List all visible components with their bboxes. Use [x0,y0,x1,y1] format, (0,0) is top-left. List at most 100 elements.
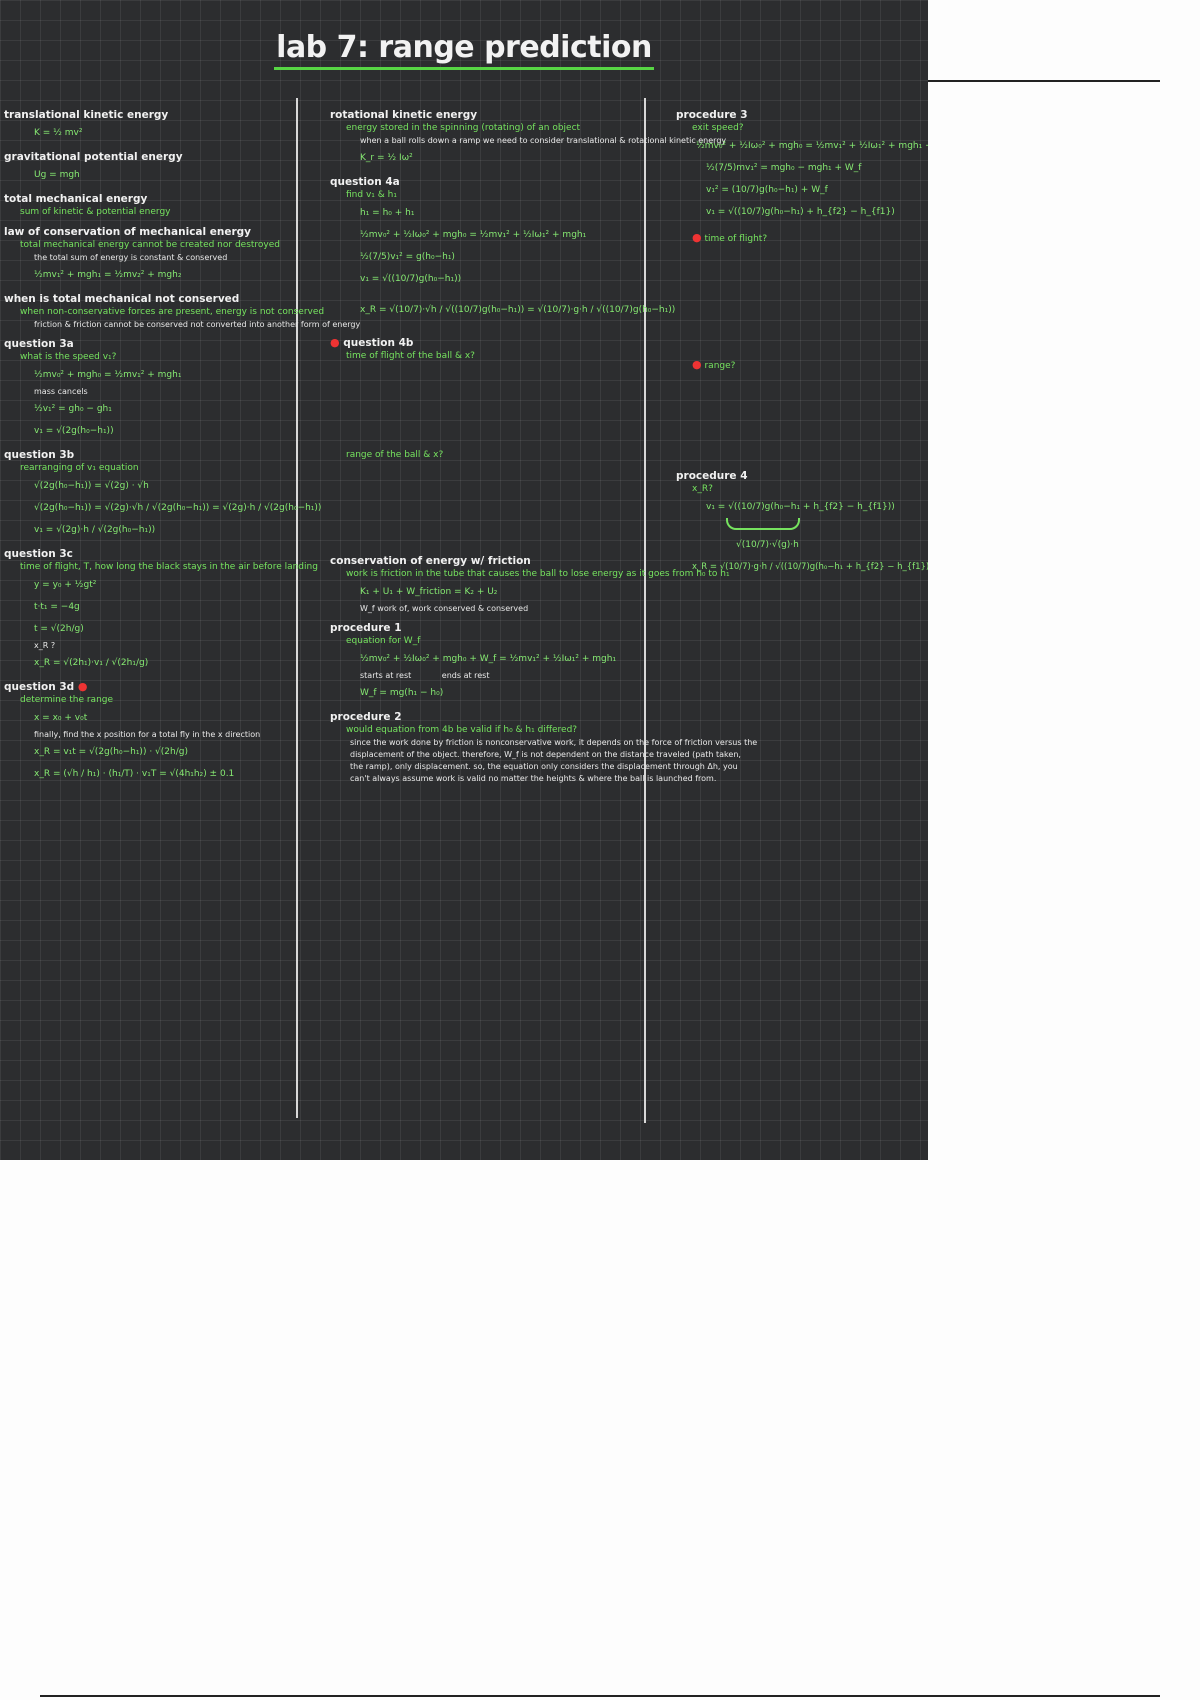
heading: question 3d ● [4,680,292,694]
equation: ½mv₀² + ½Iω₀² + mgh₀ + W_f = ½mv₁² + ½Iω… [360,654,617,664]
page-title: lab 7: range prediction [0,30,928,70]
equation: x = x₀ + v₀t [34,713,88,723]
equation: v₁ = √((10/7)g(h₀−h₁ + h_{f2} − h_{f1})) [706,502,895,512]
equation: y = y₀ + ½gt² [34,580,97,590]
note: x_R? [692,484,713,494]
note: equation for W_f [346,636,421,646]
heading: translational kinetic energy [4,109,169,121]
equation: v₁ = √((10/7)g(h₀−h₁)) [360,274,462,284]
equation: v₁² = (10/7)g(h₀−h₁) + W_f [706,185,828,195]
red-marker-icon: ● [77,680,88,693]
note: ● range? [676,358,924,373]
heading: procedure 1 [330,622,402,634]
heading: question 3a [4,338,74,350]
heading: procedure 4 [676,470,748,482]
heading: conservation of energy w/ friction [330,555,531,567]
title-text: lab 7: range prediction [274,30,654,70]
sub-note: can't always assume work is valid no mat… [350,774,717,783]
equation: K₁ + U₁ + W_friction = K₂ + U₂ [360,587,498,597]
heading: law of conservation of mechanical energy [4,226,252,238]
heading: question 3b [4,449,75,461]
sub-note: mass cancels [34,387,88,396]
equation: x_R = √(10/7)·√h / √((10/7)g(h₀−h₁)) = √… [360,305,676,315]
equation: x_R = (√h / h₁) · (h₁/T) · v₁T = √(4h₁h₂… [34,769,235,779]
column-divider [644,98,646,1123]
heading: rotational kinetic energy [330,109,478,121]
red-marker-icon: ● [692,231,702,244]
equation: v₁ = √(2g)·h / √(2g(h₀−h₁)) [34,525,156,535]
note: ● time of flight? [676,231,924,246]
heading: gravitational potential energy [4,151,183,163]
equation: h₁ = h₀ + h₁ [360,208,415,218]
label-start: starts at rest [360,671,412,680]
sub-note: finally, find the x position for a total… [34,730,261,739]
red-marker-icon: ● [692,358,702,371]
equation: W_f = mg(h₁ − h₀) [360,688,444,698]
blank-space [330,462,640,548]
equation: ½(7/5)v₁² = g(h₀−h₁) [360,252,455,262]
sub-note: friction & friction cannot be conserved … [34,320,361,329]
equation: √(10/7)·√(g)·h [736,540,799,550]
note: exit speed? [692,123,744,133]
sub-note: the total sum of energy is constant & co… [34,253,228,262]
label-end: ends at rest [441,671,490,680]
heading-text: question 3d [4,681,75,693]
equation: ½mv₀² + ½Iω₀² + mgh₀ = ½mv₁² + ½Iω₁² + m… [696,141,928,151]
sub-note: x_R ? [34,641,56,650]
equation: ½mv₀² + ½Iω₀² + mgh₀ = ½mv₁² + ½Iω₁² + m… [360,230,587,240]
note: when non-conservative forces are present… [20,307,325,317]
equation: ½mv₁² + mgh₁ = ½mv₂² + mgh₂ [34,270,182,280]
notes-column-3: procedure 3 exit speed? ½mv₀² + ½Iω₀² + … [676,102,928,578]
note-text: time of flight? [704,234,768,244]
equation: K = ½ mv² [34,128,83,138]
equation: ½mv₀² + mgh₀ = ½mv₁² + mgh₁ [34,370,182,380]
heading: procedure 2 [330,711,402,723]
blank-space [330,363,640,449]
notes-board: lab 7: range prediction translational ki… [0,0,928,1160]
sub-note: since the work done by friction is nonco… [350,738,758,747]
equation: Ug = mgh [34,170,80,180]
heading: procedure 3 [676,109,748,121]
sub-note: displacement of the object. therefore, W… [350,750,741,759]
note: what is the speed v₁? [20,352,117,362]
note: work is friction in the tube that causes… [346,569,730,579]
equation: v₁ = √(2g(h₀−h₁)) [34,426,114,436]
red-marker-icon: ● [330,336,340,349]
equation: √(2g(h₀−h₁)) = √(2g) · √h [34,481,149,491]
notes-column-1: translational kinetic energy K = ½ mv² g… [4,102,361,785]
note: determine the range [20,695,114,705]
sub-note: when a ball rolls down a ramp we need to… [360,136,727,145]
equation: x_R = √(10/7)·g·h / √((10/7)g(h₀−h₁ + h_… [692,562,928,572]
sub-note: W_f work of, work conserved & conserved [360,604,529,613]
column-divider [296,98,298,1118]
heading: question 4a [330,176,400,188]
heading: question 3c [4,548,73,560]
curly-brace-icon [726,518,800,530]
note: time of flight, T, how long the black st… [20,562,318,572]
heading: ● question 4b [330,336,640,350]
header-rule [928,80,1160,82]
heading: total mechanical energy [4,193,148,205]
note: time of flight of the ball & x? [346,351,475,361]
note-text: range? [704,361,736,371]
note: sum of kinetic & potential energy [20,207,171,217]
equation: t·t₁ = −4g [34,602,80,612]
heading: when is total mechanical not conserved [4,293,240,305]
equation: v₁ = √((10/7)g(h₀−h₁) + h_{f2} − h_{f1}) [706,207,895,217]
note: range of the ball & x? [346,450,444,460]
equation: x_R = √(2h₁)·v₁ / √(2h₁/g) [34,658,149,668]
blank-space [676,246,924,358]
equation: t = √(2h/g) [34,624,84,634]
notes-column-2: rotational kinetic energy energy stored … [330,102,758,785]
blank-space [676,373,924,463]
equation: x_R = v₁t = √(2g(h₀−h₁)) · √(2h/g) [34,747,188,757]
sub-note: the ramp), only displacement. so, the eq… [350,762,738,771]
equation: ½(7/5)mv₁² = mgh₀ − mgh₁ + W_f [706,163,862,173]
note: find v₁ & h₁ [346,190,397,200]
equation: K_r = ½ Iω² [360,153,413,163]
sub-note: starts at rest ends at rest [330,670,640,682]
equation: √(2g(h₀−h₁)) = √(2g)·√h / √(2g(h₀−h₁)) =… [34,503,322,513]
footer-rule [40,1695,1160,1697]
note: would equation from 4b be valid if h₀ & … [346,725,578,735]
note: energy stored in the spinning (rotating)… [346,123,581,133]
